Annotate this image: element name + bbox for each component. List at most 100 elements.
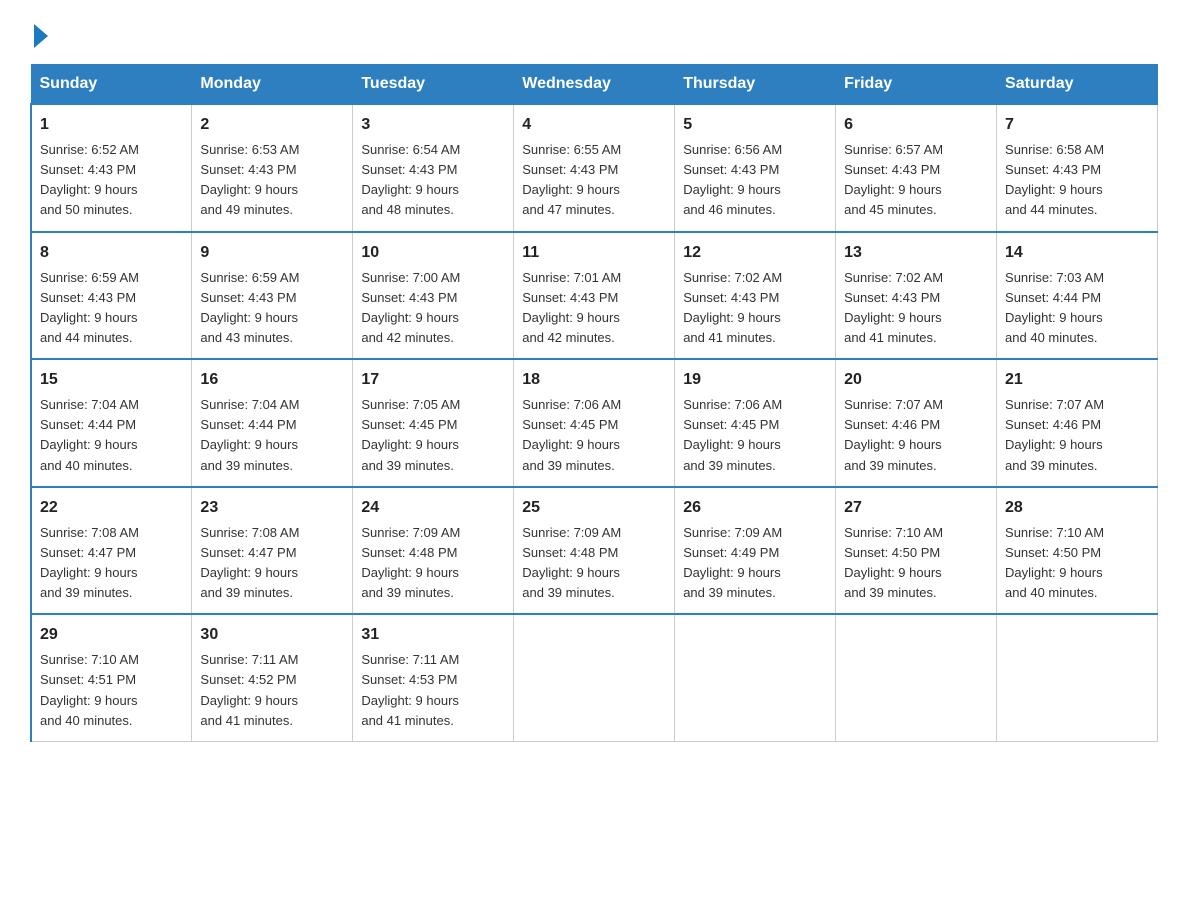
calendar-day: 24Sunrise: 7:09 AMSunset: 4:48 PMDayligh… bbox=[353, 487, 514, 615]
page-header bbox=[30, 20, 1158, 44]
day-number: 13 bbox=[844, 241, 988, 265]
day-info: Sunrise: 7:00 AMSunset: 4:43 PMDaylight:… bbox=[361, 270, 460, 345]
calendar-day: 23Sunrise: 7:08 AMSunset: 4:47 PMDayligh… bbox=[192, 487, 353, 615]
day-info: Sunrise: 7:09 AMSunset: 4:49 PMDaylight:… bbox=[683, 525, 782, 600]
calendar-day: 2Sunrise: 6:53 AMSunset: 4:43 PMDaylight… bbox=[192, 104, 353, 232]
logo bbox=[30, 20, 48, 44]
weekday-header-monday: Monday bbox=[192, 65, 353, 105]
day-info: Sunrise: 6:59 AMSunset: 4:43 PMDaylight:… bbox=[200, 270, 299, 345]
weekday-header-friday: Friday bbox=[836, 65, 997, 105]
calendar-day bbox=[514, 614, 675, 741]
weekday-header-tuesday: Tuesday bbox=[353, 65, 514, 105]
calendar-day: 13 Sunrise: 7:02 AMSunset: 4:43 PMDayligh… bbox=[836, 232, 997, 360]
day-info: Sunrise: 7:10 AMSunset: 4:50 PMDaylight:… bbox=[844, 525, 943, 600]
calendar-day: 7 Sunrise: 6:58 AMSunset: 4:43 PMDaylight… bbox=[997, 104, 1158, 232]
day-info: Sunrise: 7:04 AMSunset: 4:44 PMDaylight:… bbox=[200, 397, 299, 472]
calendar-day: 9 Sunrise: 6:59 AMSunset: 4:43 PMDaylight… bbox=[192, 232, 353, 360]
day-info: Sunrise: 6:52 AMSunset: 4:43 PMDaylight:… bbox=[40, 142, 139, 217]
day-info: Sunrise: 7:06 AMSunset: 4:45 PMDaylight:… bbox=[683, 397, 782, 472]
day-info: Sunrise: 7:09 AMSunset: 4:48 PMDaylight:… bbox=[522, 525, 621, 600]
calendar-week-1: 1 Sunrise: 6:52 AMSunset: 4:43 PMDaylight… bbox=[31, 104, 1158, 232]
weekday-row: SundayMondayTuesdayWednesdayThursdayFrid… bbox=[31, 65, 1158, 105]
calendar-day: 17 Sunrise: 7:05 AMSunset: 4:45 PMDayligh… bbox=[353, 359, 514, 487]
day-info: Sunrise: 7:02 AMSunset: 4:43 PMDaylight:… bbox=[683, 270, 782, 345]
calendar-day: 18 Sunrise: 7:06 AMSunset: 4:45 PMDayligh… bbox=[514, 359, 675, 487]
day-info: Sunrise: 6:58 AMSunset: 4:43 PMDaylight:… bbox=[1005, 142, 1104, 217]
day-number: 20 bbox=[844, 368, 988, 392]
day-number: 16 bbox=[200, 368, 344, 392]
day-info: Sunrise: 7:11 AMSunset: 4:52 PMDaylight:… bbox=[200, 652, 298, 727]
calendar-day bbox=[997, 614, 1158, 741]
calendar-day: 3 Sunrise: 6:54 AMSunset: 4:43 PMDaylight… bbox=[353, 104, 514, 232]
day-info: Sunrise: 7:07 AMSunset: 4:46 PMDaylight:… bbox=[1005, 397, 1104, 472]
day-number: 2 bbox=[200, 113, 344, 137]
calendar-day bbox=[836, 614, 997, 741]
day-info: Sunrise: 7:10 AMSunset: 4:50 PMDaylight:… bbox=[1005, 525, 1104, 600]
calendar-day: 25 Sunrise: 7:09 AMSunset: 4:48 PMDayligh… bbox=[514, 487, 675, 615]
day-info: Sunrise: 7:09 AMSunset: 4:48 PMDaylight:… bbox=[361, 525, 460, 600]
day-number: 31 bbox=[361, 623, 505, 647]
calendar-week-3: 15 Sunrise: 7:04 AMSunset: 4:44 PMDayligh… bbox=[31, 359, 1158, 487]
calendar-day: 26 Sunrise: 7:09 AMSunset: 4:49 PMDayligh… bbox=[675, 487, 836, 615]
calendar-day: 22 Sunrise: 7:08 AMSunset: 4:47 PMDayligh… bbox=[31, 487, 192, 615]
day-number: 19 bbox=[683, 368, 827, 392]
calendar-day: 29Sunrise: 7:10 AMSunset: 4:51 PMDayligh… bbox=[31, 614, 192, 741]
calendar-week-5: 29Sunrise: 7:10 AMSunset: 4:51 PMDayligh… bbox=[31, 614, 1158, 741]
weekday-header-wednesday: Wednesday bbox=[514, 65, 675, 105]
day-number: 26 bbox=[683, 496, 827, 520]
calendar-day: 15 Sunrise: 7:04 AMSunset: 4:44 PMDayligh… bbox=[31, 359, 192, 487]
day-number: 22 bbox=[40, 496, 183, 520]
day-number: 9 bbox=[200, 241, 344, 265]
day-number: 15 bbox=[40, 368, 183, 392]
calendar-day: 30Sunrise: 7:11 AMSunset: 4:52 PMDayligh… bbox=[192, 614, 353, 741]
calendar-day: 6Sunrise: 6:57 AMSunset: 4:43 PMDaylight… bbox=[836, 104, 997, 232]
day-number: 11 bbox=[522, 241, 666, 265]
day-info: Sunrise: 7:01 AMSunset: 4:43 PMDaylight:… bbox=[522, 270, 621, 345]
day-number: 8 bbox=[40, 241, 183, 265]
day-info: Sunrise: 7:08 AMSunset: 4:47 PMDaylight:… bbox=[200, 525, 299, 600]
day-number: 10 bbox=[361, 241, 505, 265]
day-number: 12 bbox=[683, 241, 827, 265]
day-info: Sunrise: 7:07 AMSunset: 4:46 PMDaylight:… bbox=[844, 397, 943, 472]
calendar-day: 19 Sunrise: 7:06 AMSunset: 4:45 PMDayligh… bbox=[675, 359, 836, 487]
calendar-week-4: 22 Sunrise: 7:08 AMSunset: 4:47 PMDayligh… bbox=[31, 487, 1158, 615]
day-info: Sunrise: 6:55 AMSunset: 4:43 PMDaylight:… bbox=[522, 142, 621, 217]
day-number: 1 bbox=[40, 113, 183, 137]
calendar-day: 20 Sunrise: 7:07 AMSunset: 4:46 PMDayligh… bbox=[836, 359, 997, 487]
day-number: 25 bbox=[522, 496, 666, 520]
day-info: Sunrise: 7:06 AMSunset: 4:45 PMDaylight:… bbox=[522, 397, 621, 472]
day-info: Sunrise: 6:54 AMSunset: 4:43 PMDaylight:… bbox=[361, 142, 460, 217]
calendar-day: 14Sunrise: 7:03 AMSunset: 4:44 PMDayligh… bbox=[997, 232, 1158, 360]
calendar-day: 12 Sunrise: 7:02 AMSunset: 4:43 PMDayligh… bbox=[675, 232, 836, 360]
calendar-day: 27Sunrise: 7:10 AMSunset: 4:50 PMDayligh… bbox=[836, 487, 997, 615]
calendar-week-2: 8 Sunrise: 6:59 AMSunset: 4:43 PMDaylight… bbox=[31, 232, 1158, 360]
day-info: Sunrise: 7:11 AMSunset: 4:53 PMDaylight:… bbox=[361, 652, 459, 727]
calendar-day: 8 Sunrise: 6:59 AMSunset: 4:43 PMDaylight… bbox=[31, 232, 192, 360]
weekday-header-thursday: Thursday bbox=[675, 65, 836, 105]
day-info: Sunrise: 7:02 AMSunset: 4:43 PMDaylight:… bbox=[844, 270, 943, 345]
calendar-day: 31 Sunrise: 7:11 AMSunset: 4:53 PMDayligh… bbox=[353, 614, 514, 741]
day-info: Sunrise: 7:10 AMSunset: 4:51 PMDaylight:… bbox=[40, 652, 139, 727]
calendar-day: 5 Sunrise: 6:56 AMSunset: 4:43 PMDaylight… bbox=[675, 104, 836, 232]
calendar-body: 1 Sunrise: 6:52 AMSunset: 4:43 PMDaylight… bbox=[31, 104, 1158, 741]
calendar-day: 11 Sunrise: 7:01 AMSunset: 4:43 PMDayligh… bbox=[514, 232, 675, 360]
day-number: 17 bbox=[361, 368, 505, 392]
day-number: 18 bbox=[522, 368, 666, 392]
day-number: 4 bbox=[522, 113, 666, 137]
calendar-header: SundayMondayTuesdayWednesdayThursdayFrid… bbox=[31, 65, 1158, 105]
logo-arrow-icon bbox=[34, 24, 48, 48]
day-info: Sunrise: 7:08 AMSunset: 4:47 PMDaylight:… bbox=[40, 525, 139, 600]
calendar-day: 1 Sunrise: 6:52 AMSunset: 4:43 PMDaylight… bbox=[31, 104, 192, 232]
day-info: Sunrise: 7:05 AMSunset: 4:45 PMDaylight:… bbox=[361, 397, 460, 472]
day-info: Sunrise: 6:59 AMSunset: 4:43 PMDaylight:… bbox=[40, 270, 139, 345]
day-number: 3 bbox=[361, 113, 505, 137]
day-info: Sunrise: 6:56 AMSunset: 4:43 PMDaylight:… bbox=[683, 142, 782, 217]
day-number: 14 bbox=[1005, 241, 1149, 265]
day-number: 21 bbox=[1005, 368, 1149, 392]
day-number: 6 bbox=[844, 113, 988, 137]
calendar-day bbox=[675, 614, 836, 741]
day-info: Sunrise: 7:04 AMSunset: 4:44 PMDaylight:… bbox=[40, 397, 139, 472]
day-number: 28 bbox=[1005, 496, 1149, 520]
day-number: 5 bbox=[683, 113, 827, 137]
day-number: 7 bbox=[1005, 113, 1149, 137]
